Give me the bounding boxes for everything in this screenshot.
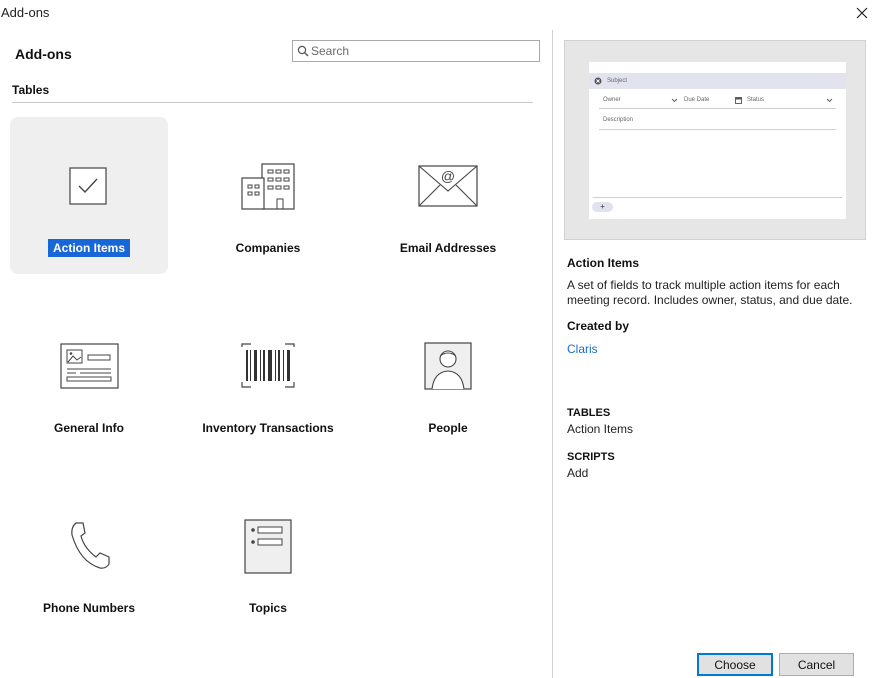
preview-subject: Subject xyxy=(607,78,628,84)
search-box[interactable] xyxy=(292,40,540,62)
detail-title: Action Items xyxy=(567,256,640,270)
remove-icon xyxy=(594,77,602,85)
id-card-icon xyxy=(60,343,119,389)
list-icon xyxy=(244,519,292,574)
tables-heading: TABLES xyxy=(567,407,611,419)
tile-label: People xyxy=(428,421,468,435)
detail-description: A set of fields to track multiple action… xyxy=(567,278,853,307)
preview-owner: Owner xyxy=(603,97,621,103)
tile-email-addresses[interactable]: @ Email Addresses xyxy=(369,117,527,274)
tile-inventory-transactions[interactable]: Inventory Transactions xyxy=(189,297,347,454)
person-icon xyxy=(424,342,472,390)
panel-divider xyxy=(552,30,553,678)
creator-link[interactable]: Claris xyxy=(567,342,598,356)
tile-label: Email Addresses xyxy=(399,241,497,255)
tile-label: Companies xyxy=(235,241,301,255)
tile-action-items[interactable]: Action Items xyxy=(10,117,168,274)
tile-phone-numbers[interactable]: Phone Numbers xyxy=(10,477,168,634)
chevron-down-icon xyxy=(671,98,678,103)
preview-add-button: + xyxy=(592,202,613,212)
search-icon xyxy=(297,45,309,57)
page-title: Add-ons xyxy=(15,46,72,62)
tables-value: Action Items xyxy=(567,422,634,436)
preview-card: Subject Owner Due Date Status Descriptio… xyxy=(589,62,846,219)
close-button[interactable] xyxy=(850,2,874,24)
tile-companies[interactable]: Companies xyxy=(189,117,347,274)
search-input[interactable] xyxy=(311,43,531,59)
tile-label: General Info xyxy=(53,421,124,435)
tile-general-info[interactable]: General Info xyxy=(10,297,168,454)
section-divider xyxy=(12,102,533,103)
preview-description: Description xyxy=(603,117,634,123)
tile-label: Inventory Transactions xyxy=(202,421,334,435)
tile-topics[interactable]: Topics xyxy=(189,477,347,634)
svg-text:@: @ xyxy=(441,168,455,184)
window-title: Add-ons xyxy=(1,5,50,20)
close-icon xyxy=(856,7,868,19)
addon-preview: Subject Owner Due Date Status Descriptio… xyxy=(564,40,866,240)
scripts-heading: SCRIPTS xyxy=(567,451,615,463)
preview-due-date: Due Date xyxy=(684,97,710,103)
choose-button[interactable]: Choose xyxy=(697,653,773,676)
tile-label: Phone Numbers xyxy=(42,601,135,615)
chevron-down-icon xyxy=(826,98,833,103)
phone-icon xyxy=(71,522,110,569)
cancel-button[interactable]: Cancel xyxy=(779,653,854,676)
section-heading: Tables xyxy=(12,83,50,97)
tile-people[interactable]: People xyxy=(369,297,527,454)
buildings-icon xyxy=(241,163,295,210)
preview-status: Status xyxy=(747,97,765,103)
scripts-value: Add xyxy=(567,466,589,480)
title-bar: Add-ons xyxy=(0,0,874,26)
tile-label: Action Items xyxy=(47,239,130,257)
created-by-heading: Created by xyxy=(567,319,630,333)
barcode-icon xyxy=(241,343,295,388)
checkbox-icon xyxy=(69,167,107,205)
calendar-icon xyxy=(735,97,742,104)
envelope-icon: @ xyxy=(418,165,478,207)
tile-label: Topics xyxy=(249,601,287,615)
